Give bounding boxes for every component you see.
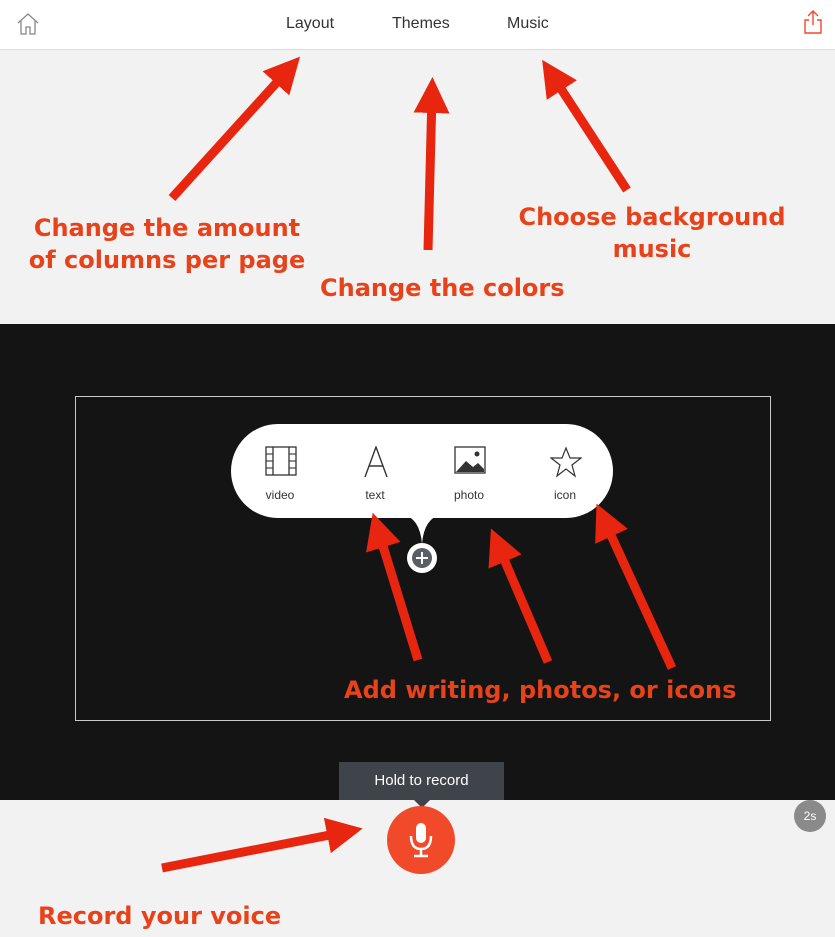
microphone-icon: [409, 823, 433, 858]
add-content-button[interactable]: [407, 543, 437, 573]
arrow-record: [161, 817, 363, 873]
slide-stage: video text photo icon: [0, 324, 835, 800]
film-icon: [265, 446, 297, 476]
add-photo-button[interactable]: photo: [424, 424, 514, 518]
annotation-music: Choose background music: [518, 203, 786, 263]
add-icon-button[interactable]: icon: [520, 424, 610, 518]
top-toolbar: Layout Themes Music: [0, 0, 835, 50]
add-content-menu: video text photo icon: [231, 424, 613, 518]
add-video-label: video: [265, 488, 295, 502]
record-button[interactable]: [387, 806, 455, 874]
duration-badge: 2s: [794, 800, 826, 832]
add-video-button[interactable]: video: [235, 424, 325, 518]
annotation-themes: Change the colors: [320, 274, 565, 302]
tab-music[interactable]: Music: [507, 15, 549, 33]
share-icon[interactable]: [801, 8, 825, 36]
add-icon-label: icon: [553, 488, 576, 502]
image-icon: [454, 446, 486, 474]
add-text-button[interactable]: text: [330, 424, 420, 518]
tab-layout[interactable]: Layout: [286, 15, 334, 33]
annotation-layout: Change the amount of columns per page: [28, 214, 306, 274]
record-tooltip: Hold to record: [339, 762, 504, 800]
text-a-icon: [364, 446, 388, 478]
star-icon: [550, 446, 582, 478]
annotation-add: Add writing, photos, or icons: [344, 676, 737, 704]
plus-icon: [412, 548, 432, 568]
annotation-record: Record your voice: [38, 902, 282, 930]
tab-themes[interactable]: Themes: [392, 15, 450, 33]
add-text-label: text: [365, 488, 385, 502]
home-icon[interactable]: [14, 10, 42, 38]
add-photo-label: photo: [453, 488, 485, 502]
menu-pointer: [402, 514, 442, 544]
